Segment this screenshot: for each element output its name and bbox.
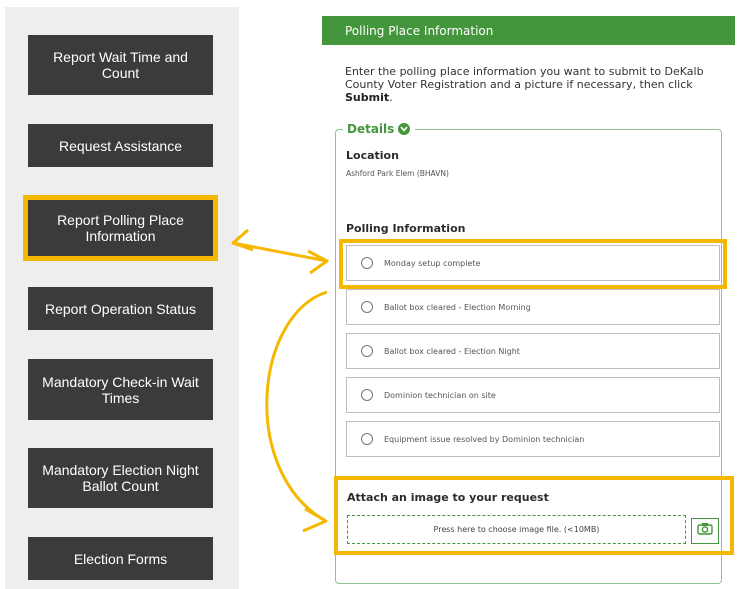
arrow-head-right [307, 249, 329, 275]
curved-arrow-line [265, 290, 328, 522]
annotation-arrows [231, 228, 329, 533]
